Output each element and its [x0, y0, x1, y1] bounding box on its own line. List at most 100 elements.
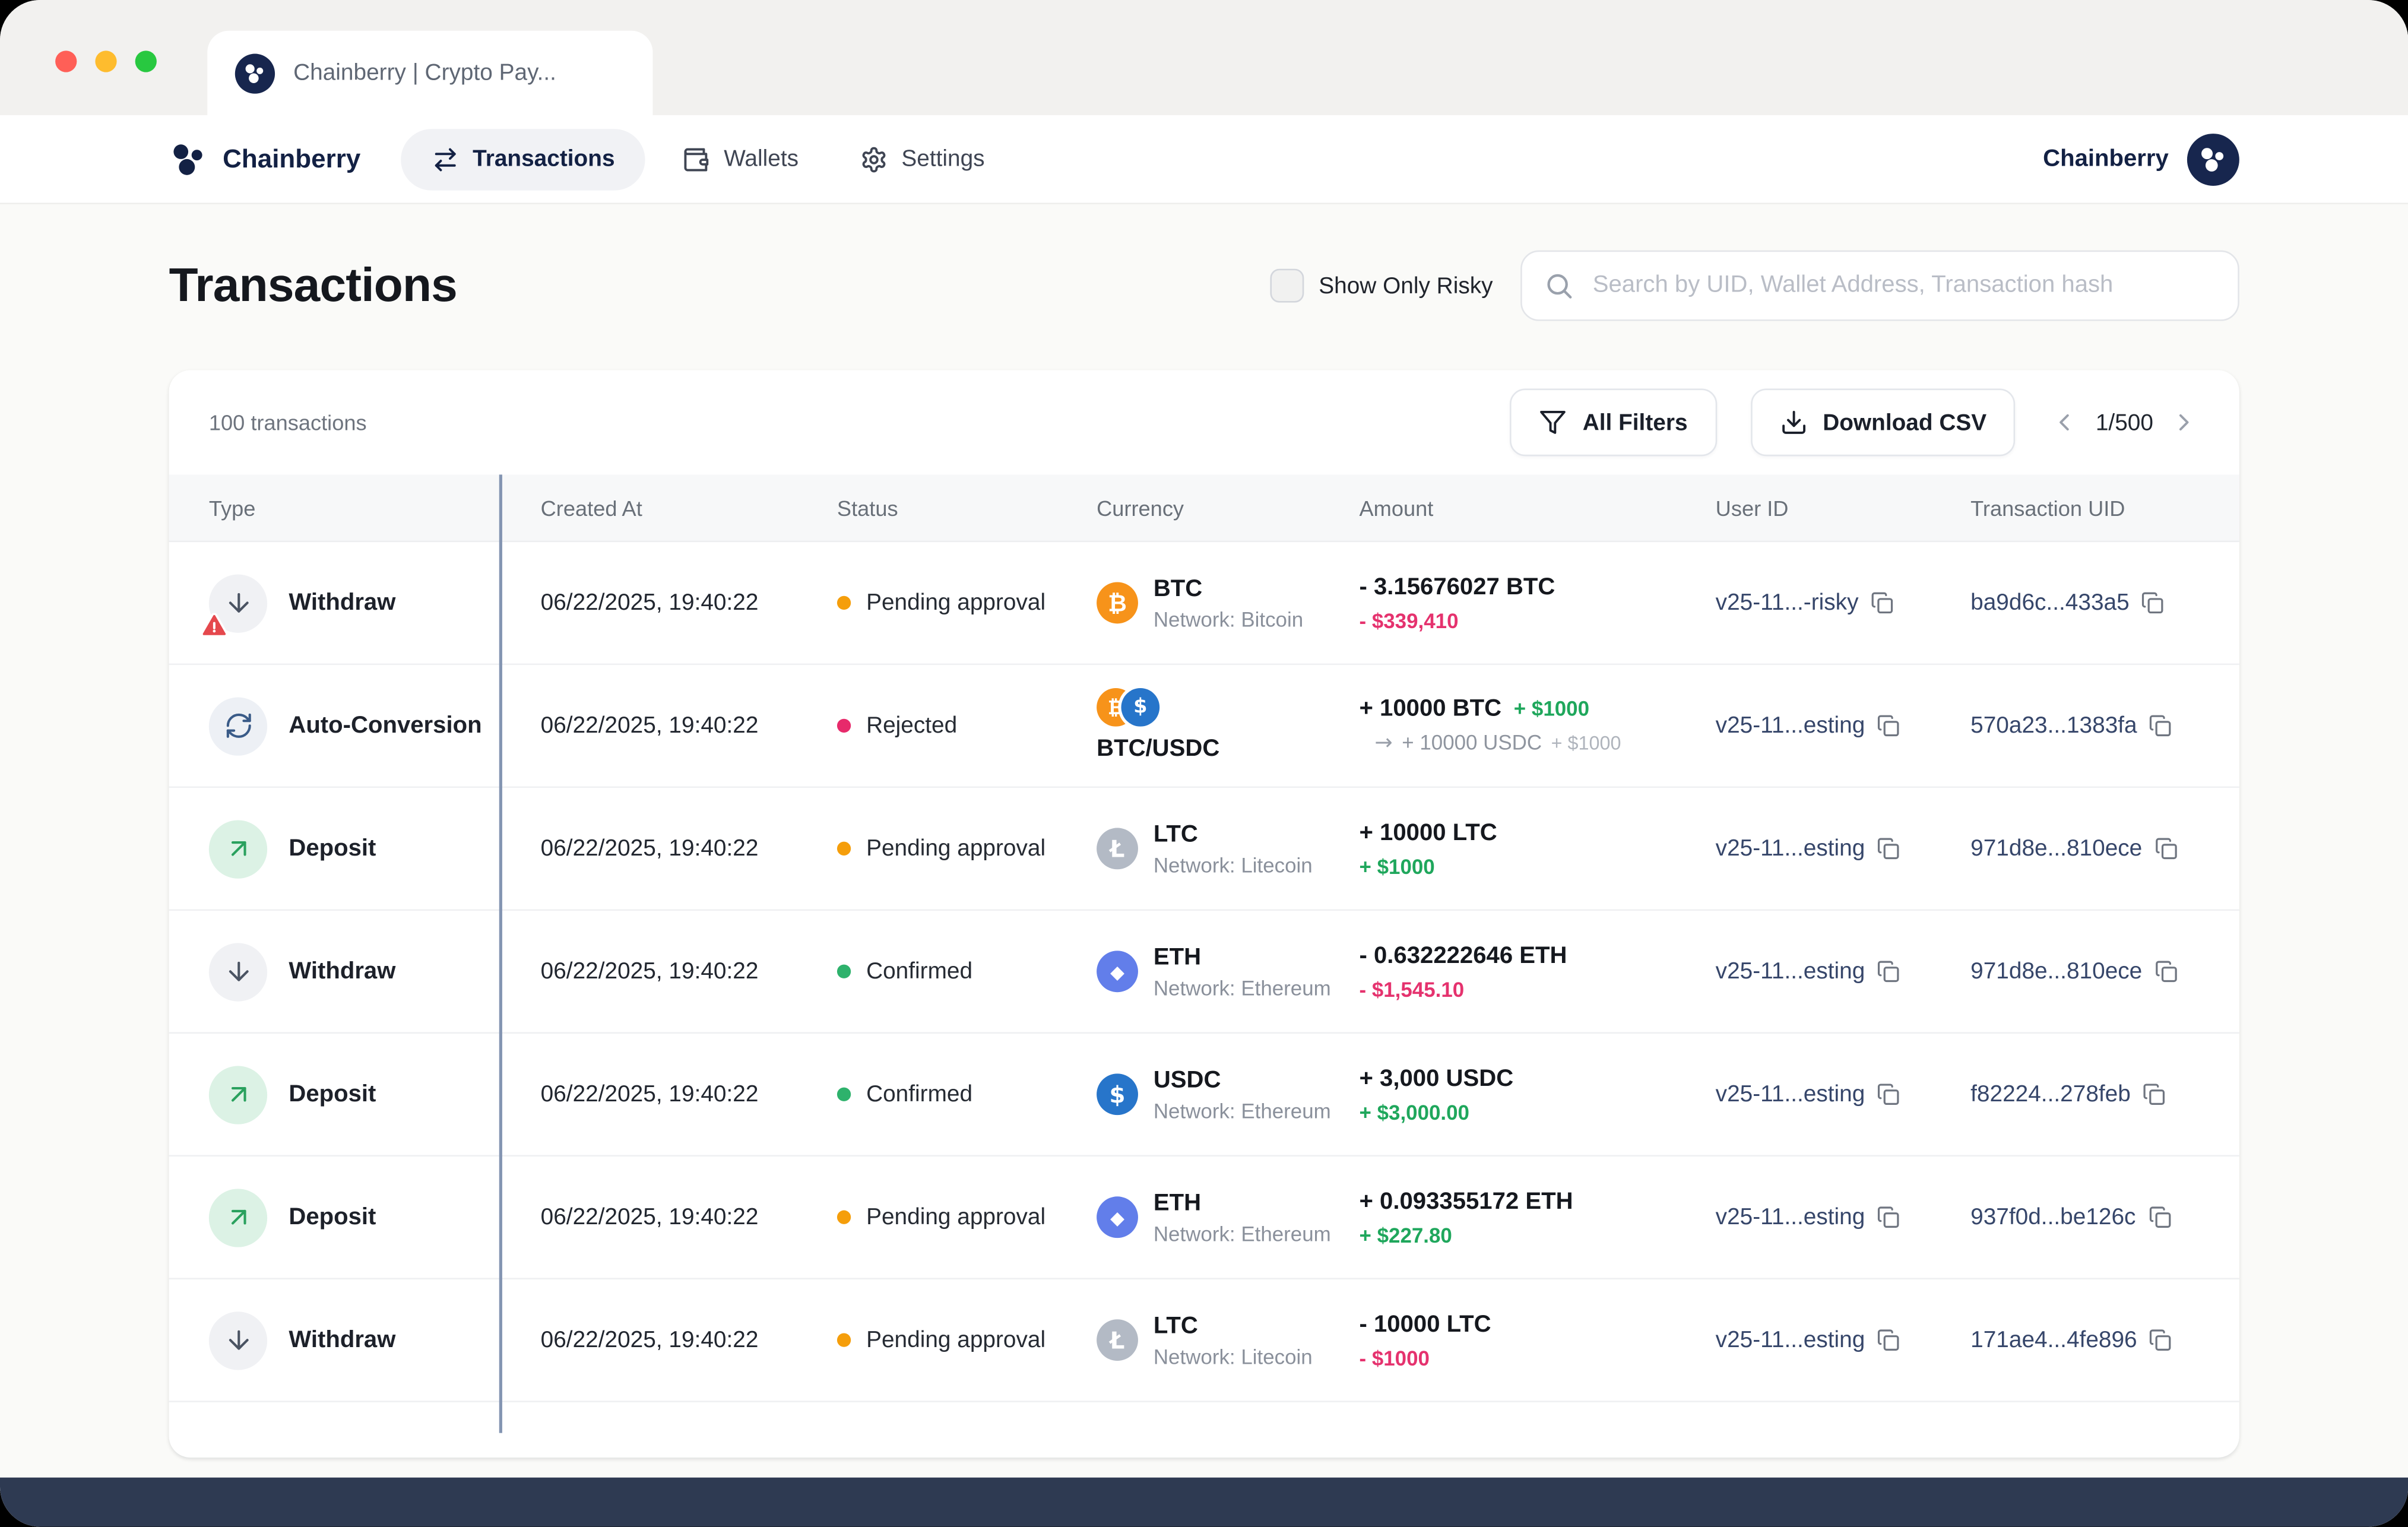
amount-main: + 10000 LTC: [1359, 819, 1497, 847]
table-row[interactable]: Withdraw 06/22/2025, 19:40:22 Confirmed …: [169, 911, 2239, 1034]
user-id: v25-11...esting: [1716, 958, 1865, 984]
table-body: Withdraw 06/22/2025, 19:40:22 Pending ap…: [169, 542, 2239, 1402]
withdraw-arrow-down-icon: [223, 957, 252, 986]
chainberry-logo-icon: [169, 139, 209, 179]
user-id: v25-11...esting: [1716, 835, 1865, 861]
currency-code: ETH: [1154, 1190, 1331, 1218]
brand[interactable]: Chainberry: [169, 139, 361, 179]
main-content: Transactions Show Only Risky 100 transac…: [0, 204, 2408, 1526]
copy-icon[interactable]: [1877, 714, 1900, 737]
nav-item-settings[interactable]: Settings: [835, 128, 1009, 189]
chevron-left-icon: [2051, 408, 2079, 436]
amount-sub-extra: + $1000: [1551, 733, 1621, 754]
created-at: 06/22/2025, 19:40:22: [541, 1204, 837, 1230]
show-only-risky-checkbox[interactable]: [1269, 269, 1303, 303]
status-label: Pending approval: [866, 590, 1045, 616]
deposit-arrow-up-right-icon: [223, 1203, 252, 1232]
table-row[interactable]: Withdraw 06/22/2025, 19:40:22 Pending ap…: [169, 542, 2239, 665]
type-icon: [209, 696, 267, 755]
created-at: 06/22/2025, 19:40:22: [541, 835, 837, 861]
amount-sub: + 10000 USDC: [1402, 731, 1542, 754]
search-input[interactable]: [1590, 270, 2216, 301]
amount-fiat-extra: + $1000: [1514, 697, 1589, 720]
conversion-arrow-icon: →: [1374, 731, 1392, 755]
currency-code: LTC: [1154, 821, 1313, 849]
column-header-user-id[interactable]: User ID: [1716, 495, 1970, 519]
account-menu[interactable]: Chainberry: [2043, 133, 2239, 185]
withdraw-arrow-down-icon: [223, 1326, 252, 1355]
table-row[interactable]: Deposit 06/22/2025, 19:40:22 Confirmed U…: [169, 1034, 2239, 1157]
copy-icon[interactable]: [2149, 1329, 2172, 1352]
minimize-button[interactable]: [95, 50, 116, 72]
created-at: 06/22/2025, 19:40:22: [541, 712, 837, 739]
amount-main: - 3.15676027 BTC: [1359, 574, 1555, 601]
transaction-uid: f82224...278feb: [1970, 1081, 2131, 1107]
currency-icon: [1097, 582, 1138, 623]
copy-icon[interactable]: [1877, 837, 1900, 860]
currency-network: Network: Ethereum: [1154, 1099, 1331, 1122]
tab-title: Chainberry | Crypto Pay...: [293, 60, 556, 86]
user-id: v25-11...esting: [1716, 1204, 1865, 1230]
download-icon: [1780, 408, 1808, 436]
currency-icon: [1097, 1319, 1138, 1361]
copy-icon[interactable]: [2149, 714, 2172, 737]
copy-icon[interactable]: [2141, 591, 2165, 614]
type-icon: [209, 574, 267, 632]
copy-icon[interactable]: [1877, 1329, 1900, 1352]
wallet-icon: [682, 145, 710, 173]
status-dot: [837, 1211, 851, 1224]
transaction-uid: 971d8e...810ece: [1970, 835, 2142, 861]
created-at: 06/22/2025, 19:40:22: [541, 1081, 837, 1107]
status-label: Pending approval: [866, 1204, 1045, 1230]
column-header-created-at[interactable]: Created At: [541, 495, 837, 519]
currency-icon: [1097, 951, 1138, 992]
search-icon: [1544, 270, 1574, 301]
browser-tab[interactable]: Chainberry | Crypto Pay...: [207, 31, 652, 115]
column-header-currency[interactable]: Currency: [1097, 495, 1359, 519]
column-header-type[interactable]: Type: [209, 495, 541, 519]
copy-icon[interactable]: [1877, 1083, 1900, 1106]
copy-icon[interactable]: [1871, 591, 1894, 614]
column-header-amount[interactable]: Amount: [1359, 495, 1715, 519]
status-dot: [837, 842, 851, 856]
transaction-type-label: Withdraw: [289, 589, 395, 617]
nav-item-wallets[interactable]: Wallets: [658, 128, 823, 189]
transactions-count: 100 transactions: [209, 410, 367, 435]
account-name: Chainberry: [2043, 145, 2169, 173]
chainberry-logo-icon: [2198, 144, 2229, 175]
transaction-type-label: Auto-Conversion: [289, 712, 481, 740]
currency-icon: [1097, 828, 1138, 869]
prev-page-button[interactable]: [2049, 407, 2080, 438]
transactions-card: 100 transactions All Filters Download CS…: [169, 370, 2239, 1458]
deposit-arrow-up-right-icon: [223, 834, 252, 863]
column-resize-indicator[interactable]: [499, 474, 502, 1433]
type-icon: [209, 1188, 267, 1246]
status-dot: [837, 965, 851, 978]
currency-code: ETH: [1154, 944, 1331, 972]
table-row[interactable]: Deposit 06/22/2025, 19:40:22 Pending app…: [169, 1157, 2239, 1279]
column-header-transaction-uid[interactable]: Transaction UID: [1970, 495, 2199, 519]
next-page-button[interactable]: [2169, 407, 2200, 438]
table-row[interactable]: Deposit 06/22/2025, 19:40:22 Pending app…: [169, 788, 2239, 911]
copy-icon[interactable]: [1877, 1206, 1900, 1229]
copy-icon[interactable]: [2154, 837, 2178, 860]
currency-network: Network: Litecoin: [1154, 1345, 1313, 1368]
table-row[interactable]: Auto-Conversion 06/22/2025, 19:40:22 Rej…: [169, 665, 2239, 788]
search-box: [1520, 251, 2239, 321]
status-label: Confirmed: [866, 1081, 972, 1107]
nav-item-transactions[interactable]: Transactions: [401, 128, 646, 189]
table-row[interactable]: Withdraw 06/22/2025, 19:40:22 Pending ap…: [169, 1279, 2239, 1402]
zoom-button[interactable]: [135, 50, 157, 72]
close-button[interactable]: [55, 50, 77, 72]
type-icon: [209, 819, 267, 877]
column-header-status[interactable]: Status: [837, 495, 1097, 519]
table-header: Type Created At Status Currency Amount U…: [169, 474, 2239, 542]
amount-sub: - $1,545.10: [1359, 978, 1464, 1001]
copy-icon[interactable]: [1877, 960, 1900, 983]
copy-icon[interactable]: [2143, 1083, 2166, 1106]
all-filters-button[interactable]: All Filters: [1510, 389, 1717, 457]
download-csv-button[interactable]: Download CSV: [1751, 389, 2016, 457]
copy-icon[interactable]: [2148, 1206, 2171, 1229]
copy-icon[interactable]: [2154, 960, 2178, 983]
currency-network: Network: Ethereum: [1154, 976, 1331, 999]
